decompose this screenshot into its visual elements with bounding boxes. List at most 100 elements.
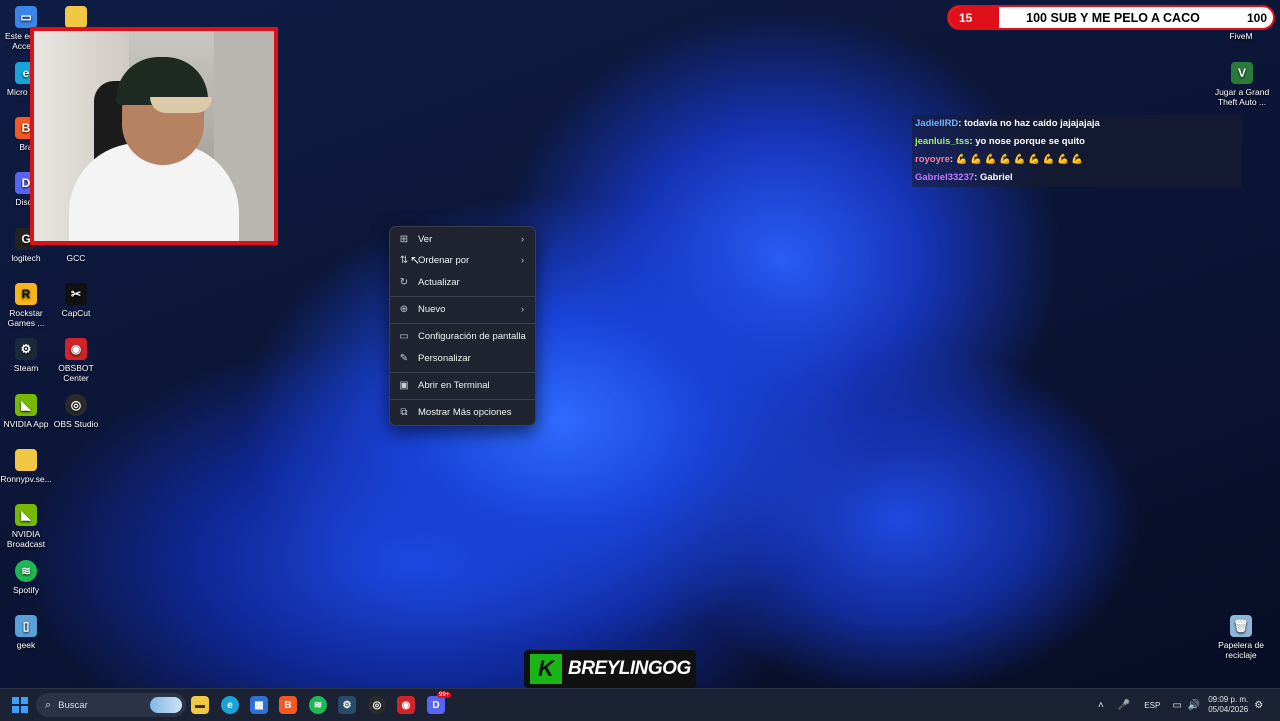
desktop-icon-capcut[interactable]: ✂ CapCut: [50, 283, 102, 318]
discord-badge: 99+: [437, 692, 452, 698]
clock-time: 09:09 p. m.: [1208, 695, 1249, 704]
system-tray: ˄ 🎤 ESP ▭ 🔊 09:09 p. m. 05/04/2026 ⚙: [1098, 689, 1280, 721]
menu-item-personalizar[interactable]: ✎ Personalizar: [390, 348, 535, 368]
windows-logo-pane: [21, 697, 28, 704]
menu-separator: [390, 323, 535, 324]
file-explorer-icon[interactable]: ▬: [191, 696, 209, 714]
windows-logo-pane: [12, 706, 19, 713]
streamer-brand-logo: K BREYLINGOG: [524, 650, 696, 688]
obsbot-icon: ◉: [65, 338, 87, 360]
recycle-bin-icon: 🗑: [1230, 615, 1252, 637]
steam-icon: ⚙: [15, 338, 37, 360]
desktop-icon-rockstar[interactable]: R Rockstar Games ...: [0, 283, 52, 328]
display-icon: ▭: [399, 330, 409, 342]
desktop-icon-geek[interactable]: ▯ geek: [0, 615, 52, 650]
edge-icon[interactable]: e: [221, 696, 239, 714]
terminal-icon: ▣: [399, 379, 409, 391]
chevron-right-icon: ›: [521, 304, 524, 314]
chat-text: : 💪 💪 💪 💪 💪 💪 💪 💪 💪: [949, 154, 1084, 165]
menu-item-ver[interactable]: ⊞ Ver ›: [390, 229, 535, 249]
menu-separator: [390, 296, 535, 297]
menu-item-nuevo[interactable]: ⊕ Nuevo ›: [390, 299, 535, 319]
geek-icon: ▯: [15, 615, 37, 637]
menu-item-label: Actualizar: [418, 276, 460, 288]
desktop-icon-label: logitech: [11, 253, 41, 263]
desktop-icon-label: geek: [16, 640, 36, 650]
chevron-right-icon: ›: [521, 255, 524, 265]
chat-message: royoyre: 💪 💪 💪 💪 💪 💪 💪 💪 💪: [912, 151, 1242, 169]
desktop-icon-label: Rockstar Games ...: [7, 308, 45, 328]
sub-goal-bar: 15 100 SUB Y ME PELO A CACO 100: [947, 5, 1275, 30]
grid-icon: ⊞: [399, 233, 409, 245]
folder-icon: [15, 449, 37, 471]
chevron-up-icon[interactable]: ˄: [1098, 700, 1104, 711]
pen-icon: ✎: [399, 352, 409, 364]
goal-title: 100 SUB Y ME PELO A CACO: [1026, 10, 1200, 25]
desktop-icon-obsbot[interactable]: ◉ OBSBOT Center: [50, 338, 102, 383]
steam-icon[interactable]: ⚙: [338, 696, 356, 714]
desktop-icon-spotify[interactable]: ≋ Spotify: [0, 560, 52, 595]
chat-username: royoyre: [915, 154, 950, 165]
search-highlight-image: [150, 697, 182, 713]
obs-icon: ◎: [65, 394, 87, 416]
menu-item-label: Configuración de pantalla: [418, 330, 526, 342]
desktop-icon-label: OBSBOT Center: [58, 363, 94, 383]
desktop-icon-ronnypv[interactable]: Ronnypv.se...: [0, 449, 52, 484]
volume-icon[interactable]: 🔊: [1188, 700, 1200, 711]
goal-target-value: 100: [1246, 10, 1267, 25]
desktop-icon-label: GCC: [66, 253, 86, 263]
desktop-icon-steam[interactable]: ⚙ Steam: [0, 338, 52, 373]
desktop-icon-label: NVIDIA App: [3, 419, 49, 429]
obs-icon[interactable]: ◎: [368, 696, 386, 714]
network-icon[interactable]: ▭: [1172, 700, 1181, 711]
desktop-icon-label: NVIDIA Broadcast: [6, 529, 46, 549]
language-indicator[interactable]: ESP: [1144, 701, 1160, 710]
nvidia-broadcast-icon: ◣: [15, 504, 37, 526]
chat-username: JadielIRD: [915, 118, 959, 129]
webcam-person-visor: [150, 97, 212, 113]
desktop-icon-label: Spotify: [13, 585, 39, 595]
microphone-icon[interactable]: 🎤: [1118, 700, 1130, 711]
menu-item-configuracion-pantalla[interactable]: ▭ Configuración de pantalla: [390, 326, 535, 346]
share-icon: ⧉: [400, 406, 408, 418]
chat-message: Gabriel33237: Gabriel: [912, 169, 1242, 187]
refresh-icon: ↻: [399, 276, 409, 288]
brand-logo-letter: K: [530, 654, 562, 684]
start-button[interactable]: [12, 697, 28, 713]
desktop-icon-nvidia[interactable]: ◣ NVIDIA App: [0, 394, 52, 429]
desktop-icon-obs[interactable]: ◎ OBS Studio: [50, 394, 102, 429]
menu-item-actualizar[interactable]: ↻ Actualizar: [390, 272, 535, 292]
obsbot-icon[interactable]: ◉: [397, 696, 415, 714]
desktop-icon-label: Ronnypv.se...: [0, 474, 52, 484]
desktop-icon-label: Jugar a Grand Theft Auto ...: [1214, 87, 1270, 107]
brand-name: BREYLINGOG: [568, 658, 691, 679]
desktop-icon-recycle-bin[interactable]: 🗑 Papelera de reciclaje: [1213, 615, 1269, 660]
store-icon[interactable]: ▦: [250, 696, 268, 714]
desktop-icon-gta[interactable]: V Jugar a Grand Theft Auto ...: [1213, 62, 1271, 107]
taskbar-search[interactable]: ⌕ Buscar: [36, 693, 186, 717]
menu-item-label: Mostrar Más opciones: [418, 406, 512, 418]
desktop-icon-label: FiveM: [1229, 31, 1253, 41]
discord-icon[interactable]: D: [427, 696, 445, 714]
menu-item-label: Nuevo: [418, 303, 446, 315]
chat-message: JadielIRD: todavía no haz caído jajajaja…: [912, 115, 1242, 133]
menu-separator: [390, 399, 535, 400]
taskbar: ⌕ Buscar ▬ e ▦ B ≋ ⚙ ◎ ◉ D 99+ ˄ 🎤 ESP ▭…: [0, 688, 1280, 721]
mouse-cursor: ↖: [410, 253, 421, 267]
rockstar-icon: R: [15, 283, 37, 305]
search-icon: ⌕: [45, 698, 52, 711]
menu-item-label: Ver: [418, 233, 433, 245]
clock[interactable]: 09:09 p. m. 05/04/2026: [1208, 695, 1248, 715]
chat-username: jeanluis_tss: [915, 136, 970, 147]
menu-item-label: Abrir en Terminal: [418, 379, 490, 391]
menu-item-mas-opciones[interactable]: ⧉ Mostrar Más opciones: [390, 402, 535, 422]
chat-message: jeanluis_tss: yo nose porque se quito: [912, 133, 1242, 151]
chat-text: : todavía no haz caído jajajajaja: [958, 118, 1100, 129]
notifications-icon[interactable]: ⚙: [1254, 700, 1263, 711]
desktop-icon-label: Papelera de reciclaje: [1218, 640, 1264, 660]
goal-current-value: 15: [949, 7, 999, 28]
menu-item-abrir-terminal[interactable]: ▣ Abrir en Terminal: [390, 375, 535, 395]
spotify-icon[interactable]: ≋: [309, 696, 327, 714]
desktop-icon-nvidia-broadcast[interactable]: ◣ NVIDIA Broadcast: [0, 504, 52, 549]
brave-icon[interactable]: B: [279, 696, 297, 714]
